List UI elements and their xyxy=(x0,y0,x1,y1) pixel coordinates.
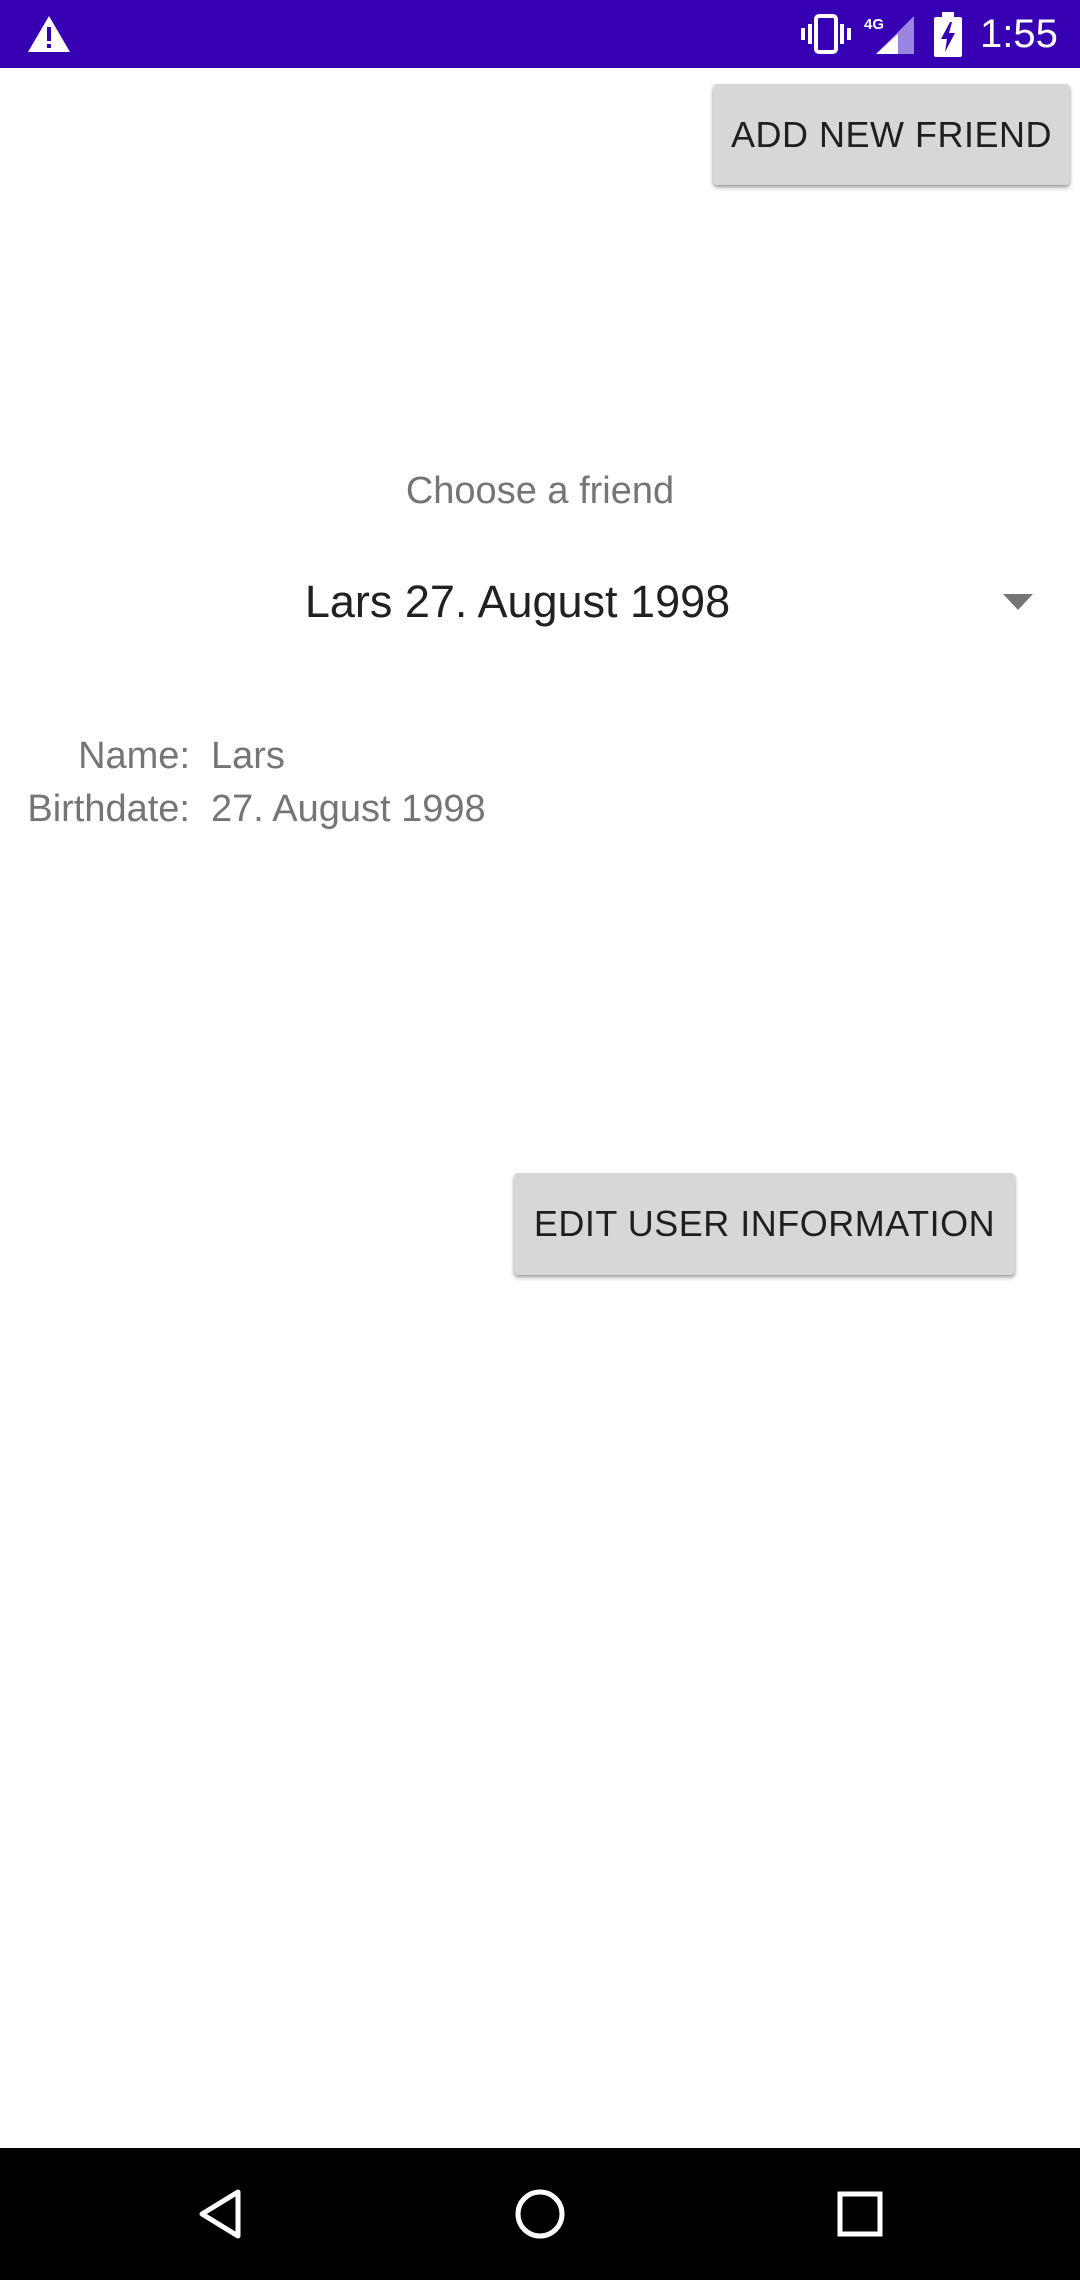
name-label: Name: xyxy=(78,735,190,777)
signal-icon: 4G xyxy=(864,16,914,54)
warning-icon xyxy=(28,16,70,52)
status-bar: 4G 1:55 xyxy=(0,0,1080,68)
battery-charging-icon xyxy=(934,12,962,57)
friend-spinner[interactable]: Lars 27. August 1998 xyxy=(0,560,1080,650)
vibrate-icon xyxy=(801,14,851,54)
navigation-bar xyxy=(0,2148,1080,2280)
home-icon[interactable] xyxy=(508,2182,572,2246)
name-value: Lars xyxy=(211,735,285,777)
recents-icon[interactable] xyxy=(828,2182,892,2246)
network-type: 4G xyxy=(864,16,884,33)
edit-user-information-button[interactable]: EDIT USER INFORMATION xyxy=(514,1173,1015,1275)
choose-friend-label: Choose a friend xyxy=(405,470,675,512)
birthdate-label: Birthdate: xyxy=(27,788,190,830)
birthdate-value: 27. August 1998 xyxy=(211,788,486,830)
selected-friend: Lars 27. August 1998 xyxy=(304,576,731,627)
add-new-friend-button[interactable]: ADD NEW FRIEND xyxy=(713,84,1070,185)
status-clock: 1:55 xyxy=(980,12,1058,56)
back-icon[interactable] xyxy=(188,2182,252,2246)
dropdown-arrow-icon xyxy=(1003,594,1033,610)
